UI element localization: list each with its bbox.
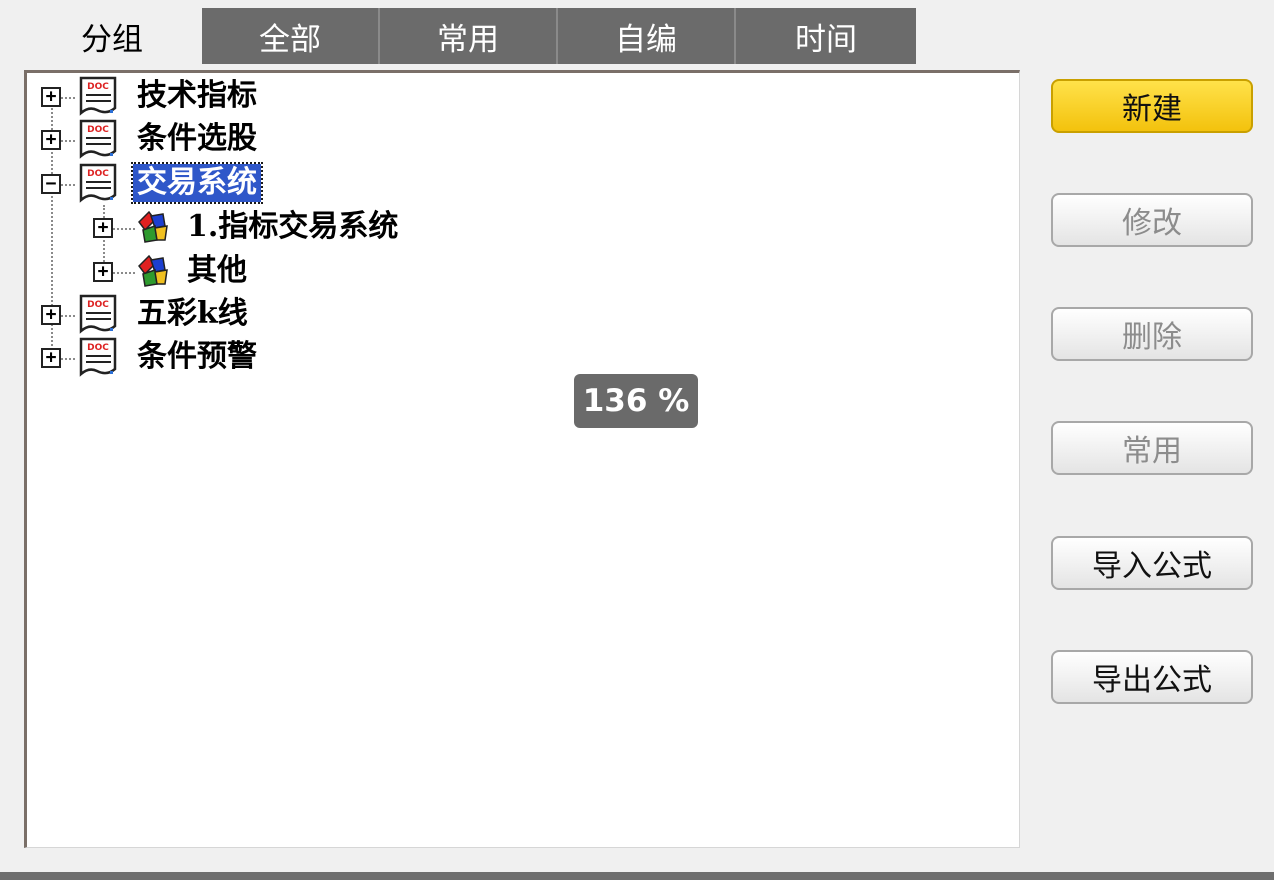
- svg-text:DOC: DOC: [87, 125, 109, 135]
- doc-icon: DOC: [79, 119, 117, 159]
- tree-node-indicator-trading-system[interactable]: + 1.指标交易系统: [27, 208, 527, 248]
- tab-time[interactable]: 时间: [736, 8, 916, 64]
- tree-node-trading-system[interactable]: − DOC 交易系统: [27, 162, 427, 204]
- tree-node-other[interactable]: + 其他: [27, 252, 427, 292]
- expand-icon[interactable]: +: [93, 262, 113, 282]
- tab-group[interactable]: 分组: [22, 8, 202, 64]
- tab-all[interactable]: 全部: [202, 8, 380, 64]
- export-formula-button[interactable]: 导出公式: [1051, 650, 1253, 704]
- tree-node-stock-screening[interactable]: + DOC 条件选股: [27, 119, 427, 160]
- system-icon: [138, 254, 168, 287]
- tab-bar: 分组 全部 常用 自编 时间: [22, 8, 916, 64]
- tree-node-label: 技术指标: [137, 78, 257, 113]
- tree-node-label: 交易系统: [131, 162, 263, 204]
- svg-text:DOC: DOC: [87, 82, 109, 92]
- zoom-level-badge: 136 %: [574, 374, 698, 428]
- tab-custom[interactable]: 自编: [558, 8, 736, 64]
- formula-tree[interactable]: + DOC 技术指标 + DOC 条件选股 − DOC 交易系统 + 1.指标交…: [24, 70, 1020, 848]
- tree-node-label: 条件选股: [137, 121, 257, 156]
- svg-text:DOC: DOC: [87, 169, 109, 179]
- modify-button[interactable]: 修改: [1051, 193, 1253, 247]
- common-button[interactable]: 常用: [1051, 421, 1253, 475]
- doc-icon: DOC: [79, 337, 117, 377]
- import-formula-button[interactable]: 导入公式: [1051, 536, 1253, 590]
- doc-icon: DOC: [79, 294, 117, 334]
- svg-text:DOC: DOC: [87, 300, 109, 310]
- expand-icon[interactable]: +: [41, 348, 61, 368]
- doc-icon: DOC: [79, 163, 117, 203]
- tree-node-label: 条件预警: [137, 339, 257, 374]
- tab-common[interactable]: 常用: [380, 8, 558, 64]
- formula-manager-window: 分组 全部 常用 自编 时间 + DOC 技术指标 + DOC 条件选股 − D…: [0, 0, 1274, 880]
- new-button[interactable]: 新建: [1051, 79, 1253, 133]
- svg-text:DOC: DOC: [87, 343, 109, 353]
- window-bottom-border: [0, 872, 1274, 880]
- tree-node-colored-kline[interactable]: + DOC 五彩k线: [27, 294, 427, 335]
- collapse-icon[interactable]: −: [41, 174, 61, 194]
- tree-node-technical-indicators[interactable]: + DOC 技术指标: [27, 76, 427, 117]
- tree-node-label: 1.指标交易系统: [187, 209, 399, 244]
- doc-icon: DOC: [79, 76, 117, 116]
- system-icon: [138, 210, 168, 243]
- expand-icon[interactable]: +: [41, 305, 61, 325]
- tree-node-condition-alert[interactable]: + DOC 条件预警: [27, 337, 427, 378]
- tree-node-label: 五彩k线: [137, 296, 248, 331]
- expand-icon[interactable]: +: [41, 87, 61, 107]
- tree-node-label: 其他: [187, 253, 247, 288]
- delete-button[interactable]: 删除: [1051, 307, 1253, 361]
- expand-icon[interactable]: +: [41, 130, 61, 150]
- expand-icon[interactable]: +: [93, 218, 113, 238]
